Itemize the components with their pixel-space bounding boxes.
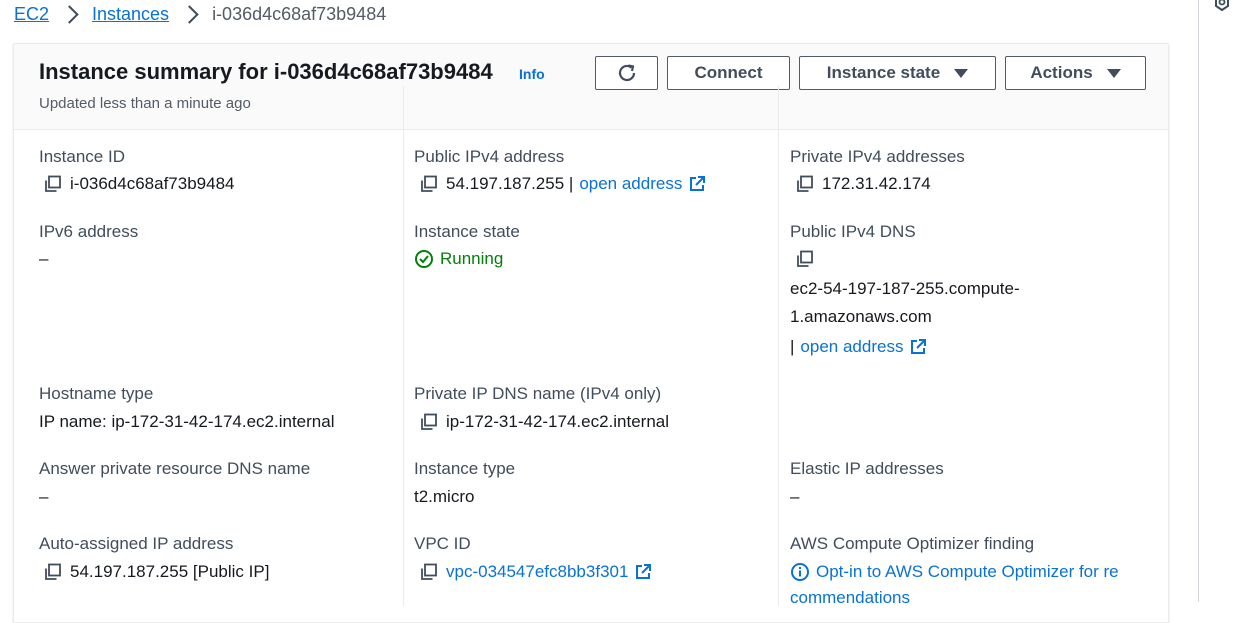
chevron-right-icon	[60, 4, 79, 24]
public-dns-separator: |	[790, 337, 795, 356]
instance-state-value: Running	[440, 249, 504, 268]
answer-dns-label: Answer private resource DNS name	[39, 459, 311, 478]
copy-icon[interactable]	[420, 175, 438, 193]
private-dns-label: Private IP DNS name (IPv4 only)	[414, 384, 662, 403]
auto-ip-label: Auto-assigned IP address	[39, 534, 234, 553]
private-ipv4-label: Private IPv4 addresses	[790, 147, 965, 166]
auto-ip-value: 54.197.187.255 [Public IP]	[70, 562, 270, 581]
public-ipv4-value: 54.197.187.255	[446, 174, 565, 193]
optimizer-label: AWS Compute Optimizer finding	[790, 534, 1035, 553]
connect-button-label: Connect	[694, 63, 763, 82]
instance-type-label: Instance type	[414, 459, 516, 478]
refresh-button[interactable]	[595, 56, 658, 90]
status-running-icon	[415, 250, 433, 268]
caret-down-icon	[1106, 68, 1121, 78]
optimizer-opt-in-link[interactable]: Opt-in to AWS Compute Optimizer for re	[816, 562, 1119, 582]
hostname-type-label: Hostname type	[39, 384, 154, 403]
column-divider	[778, 86, 779, 606]
breadcrumb-current: i-036d4c68af73b9484	[212, 3, 387, 24]
private-dns-value-row: ip-172-31-42-174.ec2.internal	[420, 412, 669, 432]
elastic-ip-value: –	[790, 487, 800, 506]
copy-icon[interactable]	[796, 250, 814, 268]
column-divider	[403, 86, 404, 606]
private-ipv4-value-row: 172.31.42.174	[796, 174, 931, 194]
actions-dropdown[interactable]: Actions	[1005, 56, 1146, 90]
public-ip-open-address-link[interactable]: open address	[579, 174, 682, 194]
hostname-type-value: IP name: ip-172-31-42-174.ec2.internal	[39, 412, 335, 431]
public-ipv4-label: Public IPv4 address	[414, 147, 565, 166]
info-link[interactable]: Info	[519, 66, 545, 82]
public-dns-value-line1: ec2-54-197-187-255.compute-	[790, 279, 1020, 298]
public-dns-label: Public IPv4 DNS	[790, 222, 916, 241]
chevron-right-icon	[180, 4, 199, 24]
instance-state-dropdown[interactable]: Instance state	[799, 56, 996, 90]
ipv6-label: IPv6 address	[39, 222, 139, 241]
instance-id-label: Instance ID	[39, 147, 125, 166]
public-ipv4-value-row: 54.197.187.255 | open address	[420, 174, 706, 194]
public-ipv4-separator: |	[564, 174, 574, 193]
private-dns-value: ip-172-31-42-174.ec2.internal	[446, 412, 670, 431]
external-link-icon[interactable]	[688, 175, 706, 193]
copy-icon[interactable]	[796, 175, 814, 193]
external-link-icon[interactable]	[634, 563, 652, 581]
page-title: Instance summary for i-036d4c68af73b9484	[39, 59, 493, 84]
public-dns-value-line2: 1.amazonaws.com	[790, 307, 932, 326]
instance-state-value-row: Running	[414, 249, 503, 269]
instance-type-value: t2.micro	[414, 487, 475, 506]
private-ipv4-value: 172.31.42.174	[822, 174, 931, 193]
refresh-icon	[618, 64, 635, 82]
public-dns-open-row: | open address	[790, 337, 927, 357]
info-circle-icon	[791, 563, 809, 581]
vpc-id-link[interactable]: vpc-034547efc8bb3f301	[446, 562, 628, 582]
vpc-id-label: VPC ID	[414, 534, 471, 553]
vpc-id-value-row: vpc-034547efc8bb3f301	[420, 562, 652, 582]
copy-icon[interactable]	[420, 413, 438, 431]
actions-dropdown-label: Actions	[1030, 63, 1093, 82]
connect-button[interactable]: Connect	[667, 56, 790, 90]
instance-state-label: Instance state	[414, 222, 520, 241]
answer-dns-value: –	[39, 487, 49, 506]
external-link-icon[interactable]	[909, 338, 927, 356]
instance-id-value: i-036d4c68af73b9484	[70, 174, 235, 193]
instance-state-dropdown-label: Instance state	[826, 63, 941, 82]
optimizer-link-row[interactable]: Opt-in to AWS Compute Optimizer for re	[790, 562, 1119, 582]
public-dns-copy-row	[796, 250, 822, 268]
breadcrumb: EC2 Instances i-036d4c68af73b9484	[14, 0, 386, 28]
copy-icon[interactable]	[44, 175, 62, 193]
instance-id-value-row: i-036d4c68af73b9484	[44, 174, 234, 194]
caret-down-icon	[954, 68, 969, 78]
right-rail-divider	[1198, 0, 1199, 602]
copy-icon[interactable]	[44, 563, 62, 581]
auto-ip-value-row: 54.197.187.255 [Public IP]	[44, 562, 269, 582]
panel-header: Instance summary for i-036d4c68af73b9484…	[14, 44, 1168, 130]
ipv6-value: –	[39, 249, 49, 268]
copy-icon[interactable]	[420, 563, 438, 581]
breadcrumb-instances-link[interactable]: Instances	[92, 4, 169, 25]
public-dns-open-address-link[interactable]: open address	[800, 337, 903, 357]
breadcrumb-ec2-link[interactable]: EC2	[14, 4, 49, 25]
side-panel-icon[interactable]	[1213, 0, 1231, 12]
elastic-ip-label: Elastic IP addresses	[790, 459, 944, 478]
updated-timestamp: Updated less than a minute ago	[39, 95, 251, 112]
optimizer-opt-in-link-continued[interactable]: commendations	[790, 588, 910, 608]
